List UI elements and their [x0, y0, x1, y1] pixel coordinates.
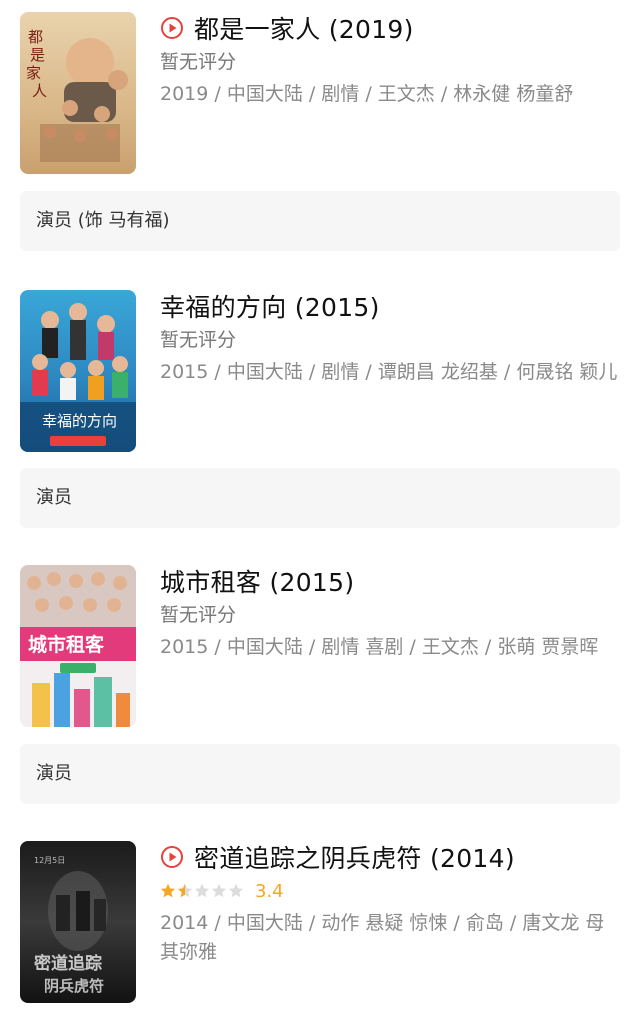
- role-text: 演员 (饰 马有福): [36, 210, 170, 231]
- svg-text:家: 家: [26, 64, 41, 82]
- role-text: 演员: [36, 763, 72, 784]
- svg-text:城市租客: 城市租客: [28, 633, 105, 656]
- svg-text:人: 人: [32, 82, 47, 100]
- star-rating: [160, 883, 245, 899]
- star-icon: [194, 883, 210, 898]
- play-icon[interactable]: [160, 845, 184, 869]
- rating-text: 暂无评分: [160, 329, 237, 351]
- movie-title[interactable]: 密道追踪之阴兵虎符 (2014): [194, 839, 515, 875]
- play-icon[interactable]: [160, 16, 184, 40]
- movie-meta: 2015 / 中国大陆 / 剧情 喜剧 / 王文杰 / 张萌 贾景晖: [160, 636, 599, 658]
- role-text: 演员: [36, 487, 72, 508]
- role-box: 演员 (饰 马有福): [20, 191, 620, 251]
- movie-list: 都 是 家 人 都是一家人 (2019) 暂无评分 2019 / 中国大陆 / …: [0, 0, 640, 1013]
- role-box: 演员: [20, 468, 620, 528]
- rating: 3.4: [160, 875, 620, 907]
- svg-text:12月5日: 12月5日: [34, 856, 65, 865]
- movie-title[interactable]: 幸福的方向 (2015): [160, 288, 380, 324]
- rating-text: 暂无评分: [160, 51, 237, 73]
- movie-meta: 2015 / 中国大陆 / 剧情 / 谭朗昌 龙绍基 / 何晟铭 颖儿: [160, 361, 618, 383]
- movie-poster[interactable]: 都 是 家 人: [20, 12, 136, 174]
- svg-text:是: 是: [30, 46, 45, 64]
- movie-meta: 2014 / 中国大陆 / 动作 悬疑 惊悚 / 俞岛 / 唐文龙 母其弥雅: [160, 912, 605, 963]
- star-icon: [177, 883, 193, 898]
- rating-score: 3.4: [255, 880, 284, 902]
- star-icon: [211, 883, 227, 898]
- movie-title[interactable]: 城市租客 (2015): [160, 563, 354, 599]
- svg-text:密道追踪: 密道追踪: [34, 953, 102, 974]
- movie-poster[interactable]: 12月5日 密道追踪 阴兵虎符: [20, 841, 136, 1003]
- svg-text:阴兵虎符: 阴兵虎符: [44, 977, 104, 995]
- rating-text: 暂无评分: [160, 604, 237, 626]
- role-box: 演员: [20, 744, 620, 804]
- movie-poster[interactable]: 城市租客: [20, 565, 136, 727]
- movie-meta: 2019 / 中国大陆 / 剧情 / 王文杰 / 林永健 杨童舒: [160, 83, 574, 105]
- movie-poster[interactable]: 幸福的方向: [20, 290, 136, 452]
- movie-title[interactable]: 都是一家人 (2019): [194, 10, 414, 46]
- star-icon: [228, 883, 244, 898]
- svg-text:幸福的方向: 幸福的方向: [42, 412, 117, 430]
- star-icon: [160, 883, 176, 898]
- svg-text:都: 都: [28, 28, 43, 46]
